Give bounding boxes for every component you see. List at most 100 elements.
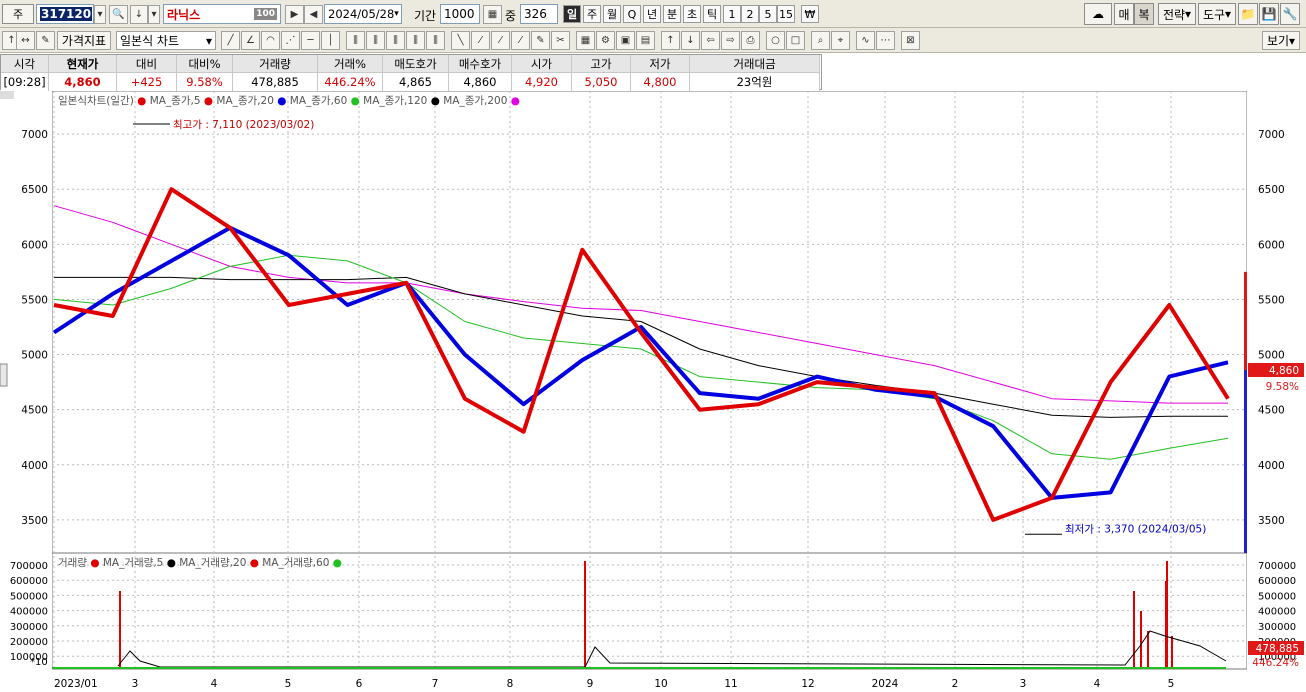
- price-y-tick: 3500: [21, 515, 48, 527]
- channel-3-icon[interactable]: ⁄: [511, 31, 530, 50]
- x-axis-label: 7: [432, 678, 439, 689]
- stock-code-input[interactable]: 317120: [36, 4, 94, 24]
- code-dropdown-icon[interactable]: ▾: [94, 5, 106, 24]
- price-indicator-button[interactable]: 가격지표: [57, 31, 111, 50]
- quote-value: 4,865: [383, 73, 449, 91]
- price-y-tick: 6500: [21, 184, 48, 196]
- move-left-icon[interactable]: ⇦: [701, 31, 720, 50]
- period-button-2[interactable]: 월: [603, 5, 621, 23]
- channel-2-icon[interactable]: ⁄: [491, 31, 510, 50]
- zoom-icon[interactable]: ⌕: [811, 31, 830, 50]
- period-button-4[interactable]: 년: [643, 5, 661, 23]
- price-y-tick-right: 4000: [1258, 460, 1285, 472]
- period-button-11[interactable]: 15: [777, 5, 795, 23]
- x-axis-label: 5: [285, 678, 292, 689]
- quote-value: 478,885: [233, 73, 318, 91]
- target-icon[interactable]: ⌖: [831, 31, 850, 50]
- horizontal-arrows-icon[interactable]: ↔: [16, 31, 35, 50]
- x-axis-label: 2: [952, 678, 959, 689]
- price-y-tick-right: 5500: [1258, 294, 1285, 306]
- period-button-8[interactable]: 1: [723, 5, 741, 23]
- dots-icon[interactable]: ⋯: [876, 31, 895, 50]
- print-icon[interactable]: ⎙: [741, 31, 760, 50]
- wrench-icon[interactable]: 🔧: [1280, 3, 1300, 25]
- buy-button[interactable]: 매: [1114, 3, 1134, 25]
- view-button[interactable]: 보기 ▾: [1262, 31, 1300, 50]
- next-arrow-icon[interactable]: ▶: [285, 5, 304, 24]
- tools-button[interactable]: 도구 ▾: [1198, 3, 1236, 25]
- count-input[interactable]: 326: [520, 4, 558, 24]
- channel-1-icon[interactable]: ⁄: [471, 31, 490, 50]
- volume-y-tick: 200000: [10, 637, 48, 648]
- market-selector[interactable]: 주: [2, 4, 34, 24]
- quote-value: 4,860: [449, 73, 512, 91]
- period-button-9[interactable]: 2: [741, 5, 759, 23]
- strategy-button[interactable]: 전략 ▾: [1158, 3, 1196, 25]
- price-volume-chart[interactable]: 7000 7000 6500 6500 6000 6000 5500 5500 5000 5000…: [0, 90, 1306, 690]
- grid-2-icon[interactable]: ⫼: [366, 31, 385, 50]
- grid-4-icon[interactable]: ⫼: [406, 31, 425, 50]
- palette-icon[interactable]: ▦: [576, 31, 595, 50]
- search-icon[interactable]: 🔍: [109, 5, 128, 24]
- vertical-line-icon[interactable]: │: [321, 31, 340, 50]
- settings-icon[interactable]: ⚙: [596, 31, 615, 50]
- chart-area: 7000 7000 6500 6500 6000 6000 5500 5500 5000 5000…: [0, 90, 1306, 690]
- grid-5-icon[interactable]: ⫼: [426, 31, 445, 50]
- save-icon[interactable]: 💾: [1259, 3, 1279, 25]
- cloud-icon[interactable]: ☁: [1084, 3, 1112, 25]
- horizontal-line-icon[interactable]: ─: [301, 31, 320, 50]
- fan-icon[interactable]: ⋰: [281, 31, 300, 50]
- grid-1-icon[interactable]: ⫼: [346, 31, 365, 50]
- arc-icon[interactable]: ◠: [261, 31, 280, 50]
- close-icon[interactable]: ⊠: [901, 31, 920, 50]
- period-button-10[interactable]: 5: [759, 5, 777, 23]
- period-button-0[interactable]: 일: [563, 5, 581, 23]
- period-input[interactable]: 1000: [440, 4, 480, 24]
- circle-icon[interactable]: ○: [766, 31, 785, 50]
- wave-icon[interactable]: ∿: [856, 31, 875, 50]
- name-badge: 100: [254, 8, 277, 20]
- market-label: 주: [12, 8, 24, 21]
- sort-icon[interactable]: ↓: [130, 5, 148, 24]
- price-legend-title: 일본식차트(일간): [58, 95, 134, 107]
- date-dropdown-icon[interactable]: ▾: [394, 9, 399, 19]
- sort-dropdown-icon[interactable]: ▾: [148, 5, 160, 24]
- prev-arrow-icon[interactable]: ◀: [304, 5, 323, 24]
- x-axis-label: 8: [507, 678, 514, 689]
- quote-value: 5,050: [572, 73, 631, 91]
- x-axis-label: 6: [356, 678, 363, 689]
- rectangle-icon[interactable]: □: [786, 31, 805, 50]
- edit-icon[interactable]: ✎: [36, 31, 55, 50]
- chart-type-select[interactable]: 일본식 차트 ▾: [116, 31, 216, 50]
- move-right-icon[interactable]: ⇨: [721, 31, 740, 50]
- legend-ma60: MA_종가,60: [289, 95, 348, 107]
- quote-value: 23억원: [690, 73, 820, 91]
- move-down-icon[interactable]: ↓: [681, 31, 700, 50]
- period-button-3[interactable]: Q: [623, 5, 641, 23]
- memo-icon[interactable]: ▣: [616, 31, 635, 50]
- period-button-7[interactable]: 틱: [703, 5, 721, 23]
- stock-name-field[interactable]: 라닉스 100: [163, 4, 281, 24]
- date-input[interactable]: 2024/05/28 ▾: [324, 4, 402, 24]
- price-y-tick-right: 6000: [1258, 239, 1285, 251]
- trend-line-icon[interactable]: ╱: [221, 31, 240, 50]
- compound-button[interactable]: 복: [1134, 3, 1154, 25]
- period-button-12[interactable]: ₩: [801, 5, 819, 23]
- period-button-5[interactable]: 분: [663, 5, 681, 23]
- grid-3-icon[interactable]: ⫼: [386, 31, 405, 50]
- calculator-icon[interactable]: ▦: [483, 5, 502, 24]
- period-button-6[interactable]: 초: [683, 5, 701, 23]
- folder-icon[interactable]: 📁: [1238, 3, 1258, 25]
- move-up-icon[interactable]: ↑: [661, 31, 680, 50]
- quote-value: 4,920: [512, 73, 572, 91]
- legend-ma200: MA_종가,200: [443, 95, 508, 107]
- quote-header: 시가: [512, 55, 572, 73]
- angle-icon[interactable]: ∠: [241, 31, 260, 50]
- period-button-1[interactable]: 주: [583, 5, 601, 23]
- pencil-icon[interactable]: ✎: [531, 31, 550, 50]
- price-y-tick: 4000: [21, 460, 48, 472]
- x-axis-label: 12: [801, 678, 814, 689]
- list-icon[interactable]: ▤: [636, 31, 655, 50]
- cut-icon[interactable]: ✂: [551, 31, 570, 50]
- down-line-icon[interactable]: ╲: [451, 31, 470, 50]
